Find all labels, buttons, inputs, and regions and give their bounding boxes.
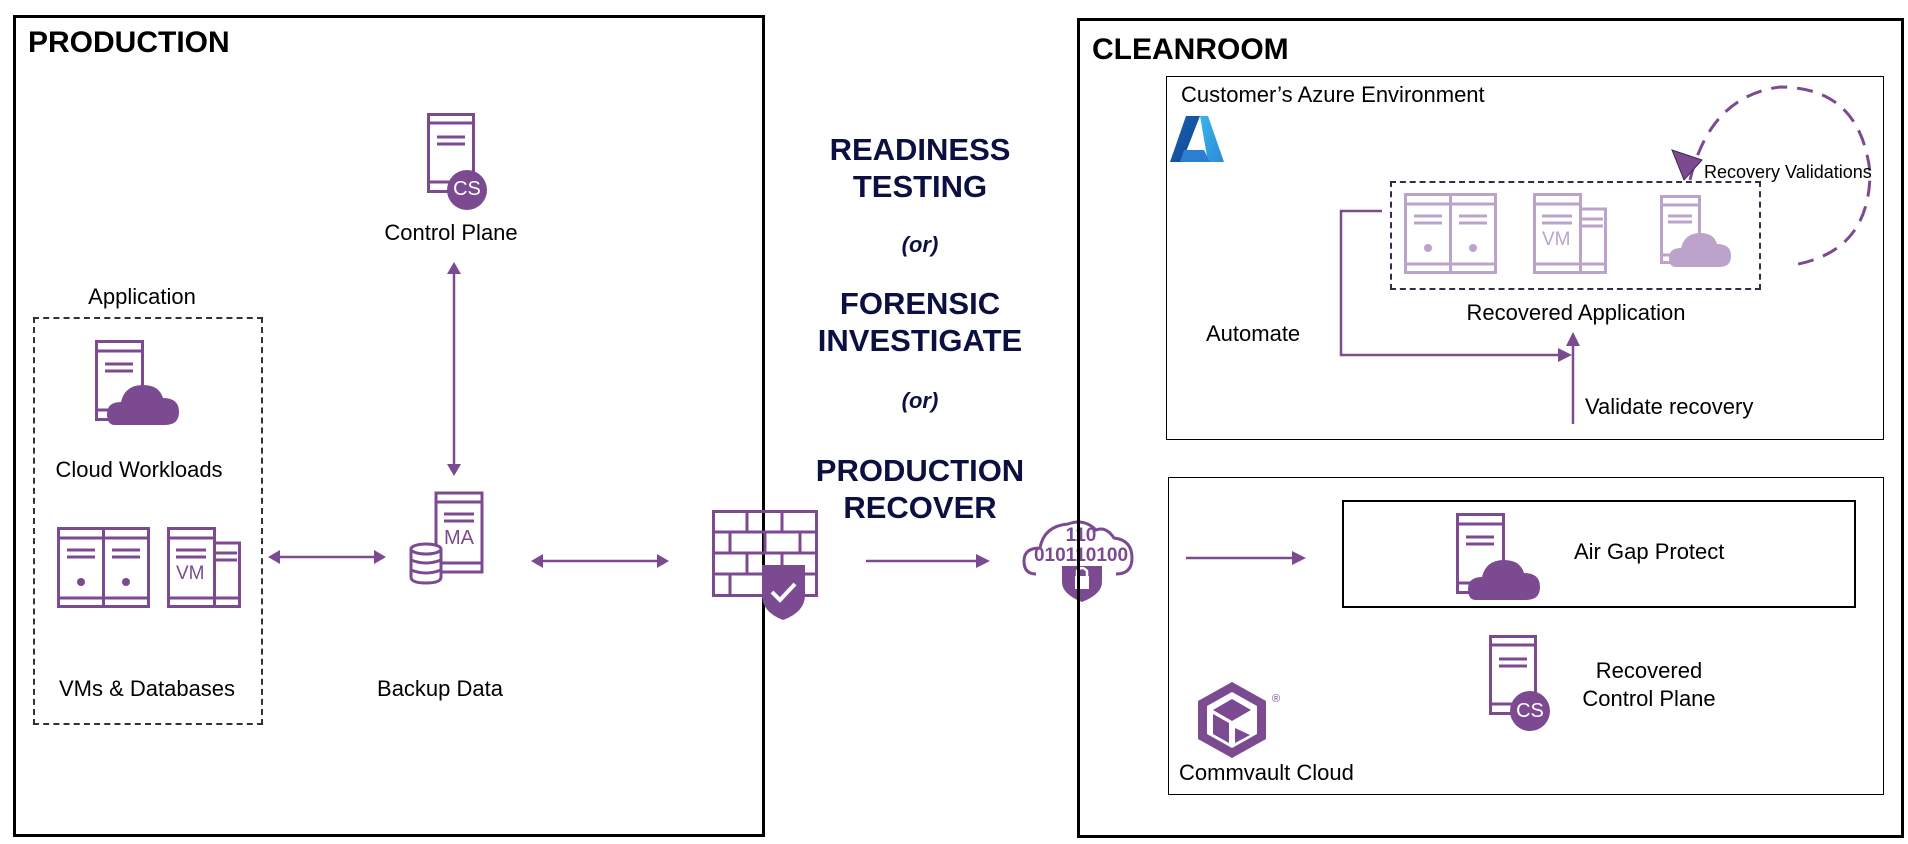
production-title: PRODUCTION [28, 26, 230, 59]
or-separator-1: (or) [901, 232, 939, 257]
air-gap-cloud-server-icon [1456, 513, 1540, 600]
control-to-backup-arrow [447, 262, 461, 476]
or-separator-2: (or) [901, 388, 939, 413]
validate-recovery-label: Validate recovery [1585, 394, 1754, 419]
physical-servers-icon [57, 527, 150, 608]
recovery-validations-label: Recovery Validations [1704, 162, 1872, 182]
app-backup-arrow [268, 550, 386, 564]
automate-connector-arrow [1339, 209, 1572, 362]
option-readiness-testing: READINESS TESTING [830, 131, 1011, 205]
option-forensic-investigate: FORENSIC INVESTIGATE [818, 285, 1022, 359]
commvault-logo-icon [1198, 682, 1266, 758]
backup-data-label: Backup Data [377, 676, 503, 701]
air-gap-protect-label: Air Gap Protect [1574, 539, 1725, 564]
commvault-cloud-label: Commvault Cloud [1179, 760, 1354, 785]
recovered-cs-badge: CS [1516, 700, 1544, 722]
option-forensic-text: FORENSIC INVESTIGATE [817, 286, 1023, 358]
cloud-workloads-label: Cloud Workloads [55, 457, 223, 482]
recovered-control-plane-label: Recovered Control Plane [1582, 657, 1715, 713]
cleanroom-title: CLEANROOM [1092, 33, 1289, 66]
firewall-cloud-arrow [866, 554, 990, 568]
control-plane-badge: CS [453, 178, 481, 200]
validate-recovery-arrow [1566, 332, 1580, 424]
vm-badge: VM [176, 563, 205, 584]
vms-databases-label: VMs & Databases [58, 676, 236, 701]
registered-mark: ® [1272, 693, 1281, 705]
azure-logo-icon [1170, 116, 1224, 162]
cloud-to-airgap-arrow [1186, 551, 1306, 565]
azure-environment-title: Customer’s Azure Environment [1181, 82, 1485, 107]
ma-badge: MA [444, 527, 474, 549]
option-production-recover: PRODUCTION RECOVER [816, 452, 1024, 526]
recovered-control-plane-text: Recovered Control Plane [1582, 658, 1716, 711]
backup-firewall-arrow [531, 554, 669, 568]
firewall-shield-icon [712, 510, 818, 620]
automate-label: Automate [1206, 321, 1301, 346]
option-production-text: PRODUCTION RECOVER [815, 453, 1025, 525]
cloud-workload-icon [95, 340, 179, 425]
option-readiness-text: READINESS TESTING [829, 132, 1011, 204]
application-label: Application [88, 284, 196, 309]
control-plane-label: Control Plane [384, 220, 518, 245]
